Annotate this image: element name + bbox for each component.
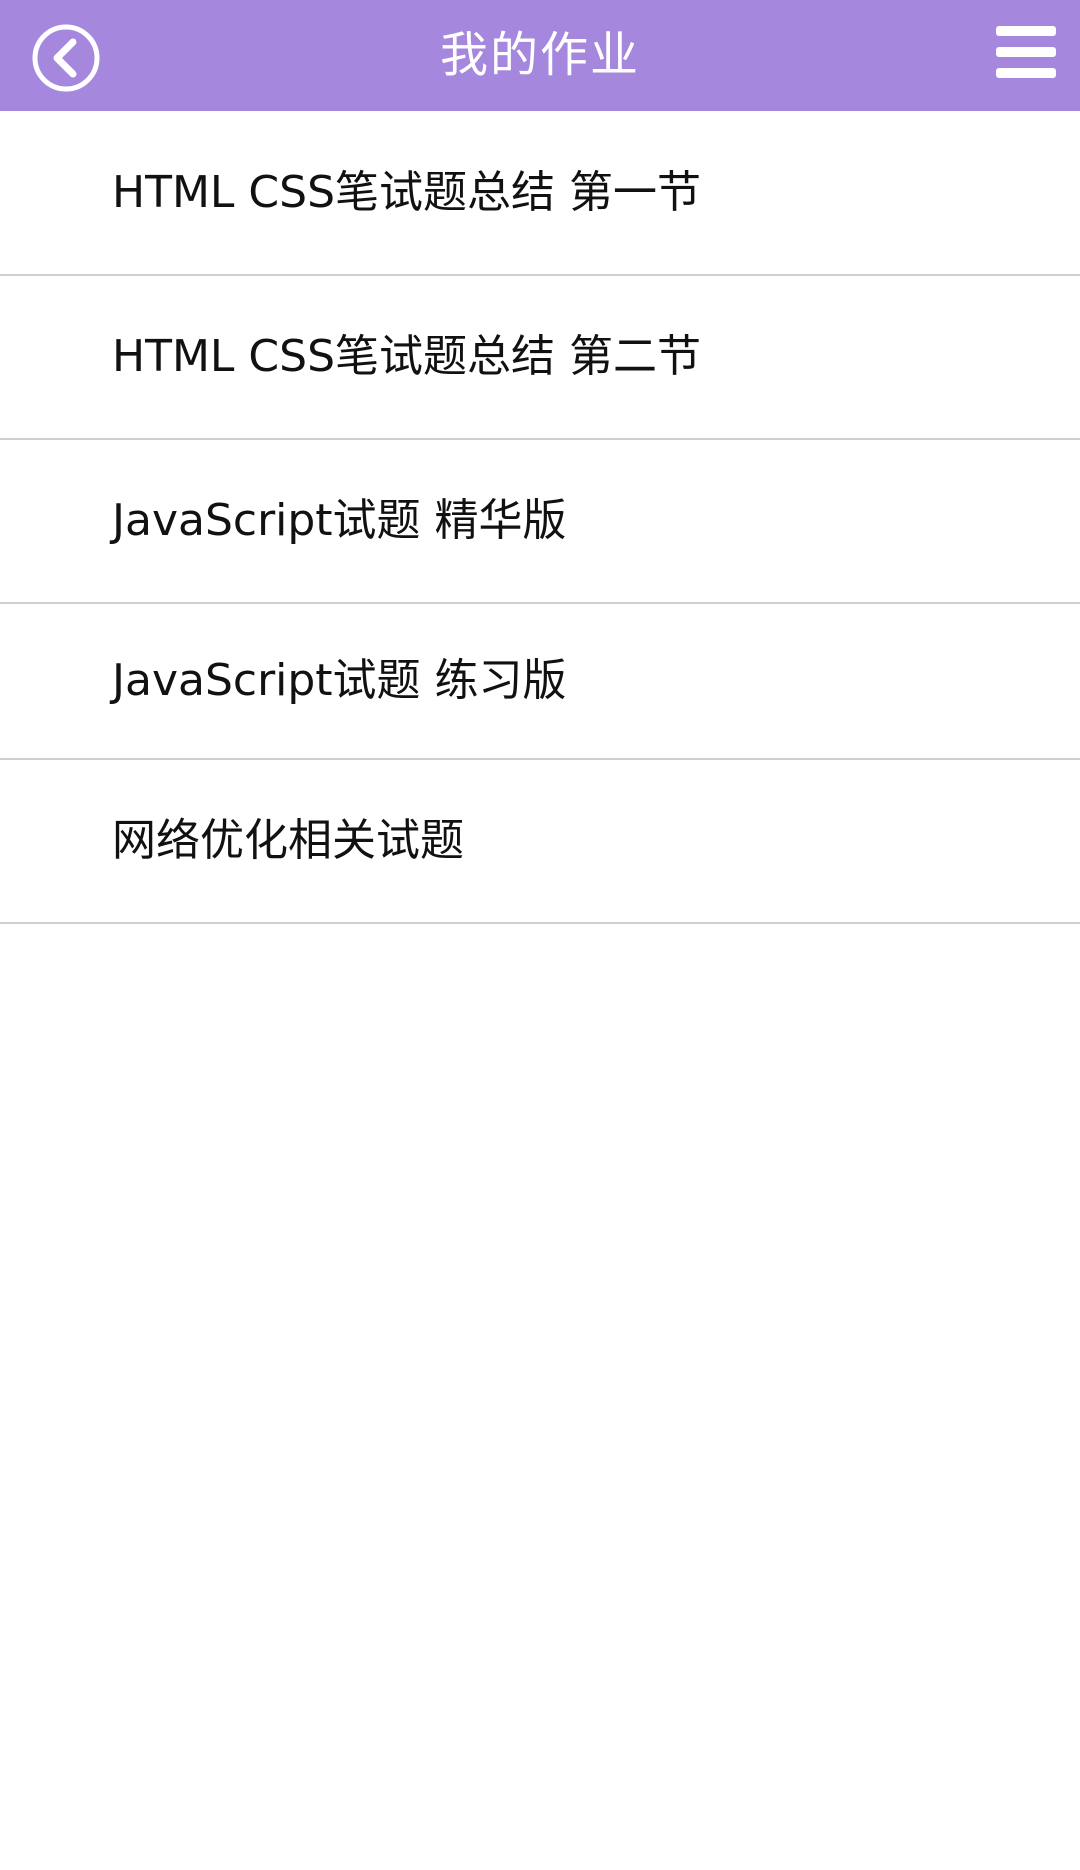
back-button[interactable] [28, 20, 104, 96]
homework-item-javascript-essential[interactable]: JavaScript试题 精华版 [0, 440, 1080, 604]
page-title: 我的作业 [439, 27, 640, 83]
menu-button[interactable] [996, 26, 1056, 78]
list-item-label: JavaScript试题 精华版 [112, 495, 567, 546]
app-screen: 我的作业 HTML CSS笔试题总结 第一节 HTML CSS笔试题总结 第二节… [0, 0, 1080, 1870]
list-item-label: JavaScript试题 练习版 [112, 655, 567, 706]
homework-item-html-css-1[interactable]: HTML CSS笔试题总结 第一节 [0, 111, 1080, 276]
homework-item-javascript-practice[interactable]: JavaScript试题 练习版 [0, 604, 1080, 760]
homework-list: HTML CSS笔试题总结 第一节 HTML CSS笔试题总结 第二节 Java… [0, 111, 1080, 924]
list-item-label: HTML CSS笔试题总结 第一节 [112, 167, 701, 218]
list-item-label: HTML CSS笔试题总结 第二节 [112, 331, 701, 382]
header-bar: 我的作业 [0, 0, 1080, 111]
chevron-left-circle-icon [32, 24, 100, 92]
homework-item-network-optimization[interactable]: 网络优化相关试题 [0, 760, 1080, 924]
list-item-label: 网络优化相关试题 [112, 815, 464, 866]
homework-item-html-css-2[interactable]: HTML CSS笔试题总结 第二节 [0, 276, 1080, 440]
